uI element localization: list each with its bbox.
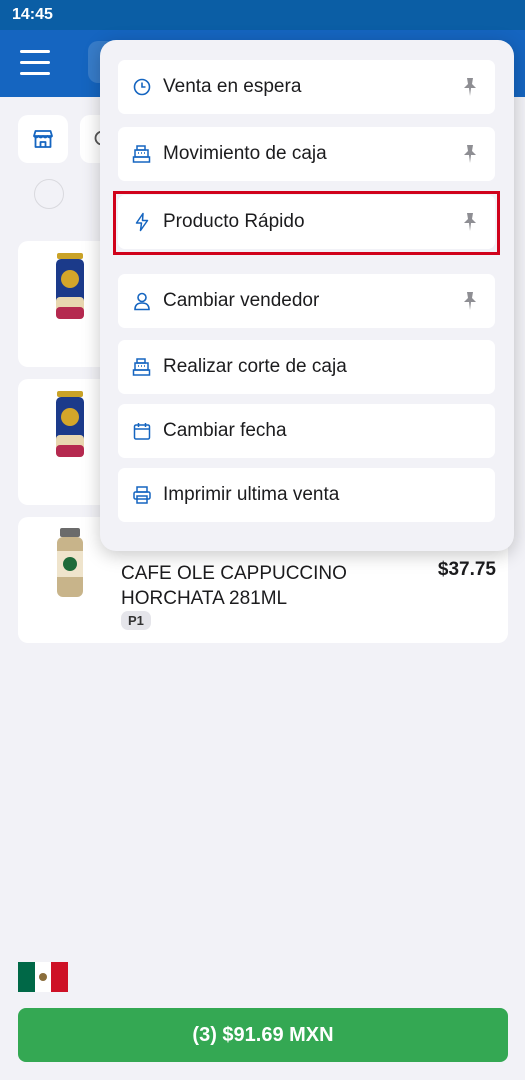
menu-item-imprimir-ultima-venta[interactable]: Imprimir ultima venta [118, 468, 495, 522]
store-button[interactable] [18, 115, 68, 163]
menu-icon[interactable] [20, 50, 50, 76]
calendar-icon [133, 423, 151, 440]
menu-item-label: Imprimir ultima venta [163, 484, 340, 505]
lightning-icon [135, 212, 149, 232]
menu-item-label: Realizar corte de caja [163, 356, 347, 377]
menu-item-label: Venta en espera [163, 76, 302, 97]
user-icon [134, 292, 150, 311]
mexico-flag-icon[interactable] [18, 962, 69, 992]
menu-item-label: Producto Rápido [163, 211, 305, 232]
menu-item-label: Cambiar vendedor [163, 290, 320, 311]
cash-register-icon [132, 358, 151, 376]
menu-item-cambiar-vendedor[interactable]: Cambiar vendedor [118, 274, 495, 328]
checkout-total-button[interactable]: (3) $91.69 MXN [18, 1008, 508, 1062]
menu-item-label: Cambiar fecha [163, 420, 287, 441]
price-list-badge: P1 [121, 611, 151, 630]
menu-item-label: Movimiento de caja [163, 143, 327, 164]
product-thumbnail [56, 253, 84, 319]
status-time: 14:45 [12, 6, 53, 23]
pin-icon[interactable] [461, 77, 479, 97]
menu-item-movimiento-de-caja[interactable]: Movimiento de caja [118, 127, 495, 181]
bottom-edge [0, 1074, 525, 1080]
quick-actions-menu: Venta en espera Movimiento de caja Produ… [100, 40, 514, 551]
menu-item-producto-rapido[interactable]: Producto Rápido [118, 195, 495, 249]
pin-icon[interactable] [461, 212, 479, 232]
pin-icon[interactable] [461, 291, 479, 311]
menu-item-realizar-corte-de-caja[interactable]: Realizar corte de caja [118, 340, 495, 394]
cash-register-icon [132, 145, 151, 163]
clock-icon [133, 78, 151, 96]
product-thumbnail [56, 391, 84, 457]
store-icon [33, 130, 53, 148]
product-name: CAFE OLE CAPPUCCINO HORCHATA 281ML [121, 563, 347, 609]
pin-icon[interactable] [461, 144, 479, 164]
status-bar: 14:45 [0, 0, 525, 30]
checkout-total-label: (3) $91.69 MXN [192, 1023, 334, 1046]
product-price: $37.75 [437, 559, 496, 580]
menu-item-venta-en-espera[interactable]: Venta en espera [118, 60, 495, 114]
printer-icon [133, 486, 151, 504]
select-radio[interactable] [34, 179, 64, 209]
product-thumbnail [57, 528, 83, 597]
menu-item-cambiar-fecha[interactable]: Cambiar fecha [118, 404, 495, 458]
